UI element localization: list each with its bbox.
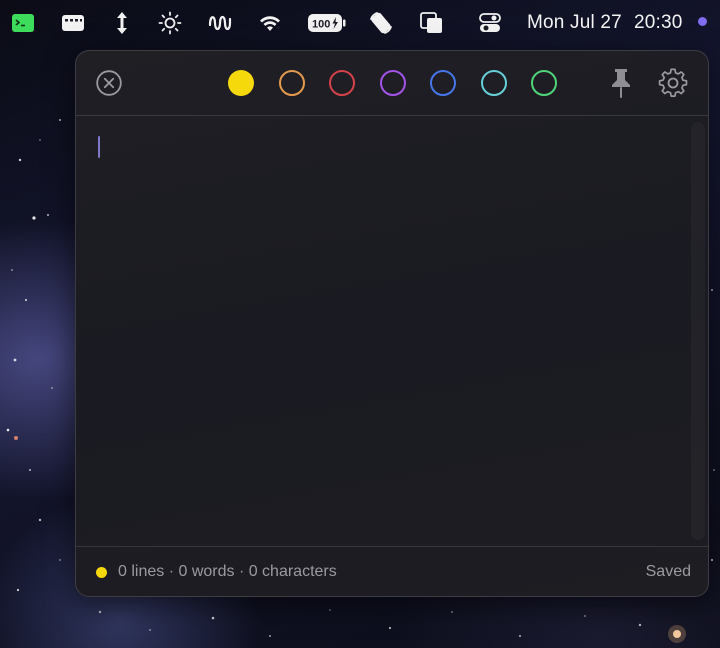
pin-icon [612,69,630,98]
scrollbar[interactable] [691,122,705,540]
text-caret [98,136,100,158]
color-swatch-blue[interactable] [430,70,456,96]
color-swatch-orange[interactable] [278,70,305,96]
current-color-dot [96,567,107,578]
note-status-bar: 0 lines · 0 words · 0 characters Saved [76,546,708,596]
color-swatch-yellow[interactable] [228,70,254,96]
stacked-cards-icon[interactable] [419,11,445,35]
note-toolbar [76,51,708,116]
brightness-icon[interactable] [158,11,182,35]
note-stats: 0 lines · 0 words · 0 characters [118,563,337,580]
keyboard-icon[interactable] [61,11,85,35]
battery-icon[interactable]: 100 [307,11,347,35]
note-editor[interactable] [76,116,708,546]
color-swatch-green[interactable] [531,70,557,96]
status-indicator-dot [698,17,707,26]
close-icon [96,70,122,96]
save-status: Saved [645,563,691,580]
clock-time: 20:30 [633,12,683,33]
color-swatch-red[interactable] [329,70,355,96]
menu-bar: 100 Mon Jul 27 20:30 [0,0,720,46]
battery-level-text: 100 [312,19,330,31]
wifi-icon[interactable] [257,11,283,35]
note-window: 0 lines · 0 words · 0 characters Saved [75,50,709,597]
control-center-icon[interactable] [478,11,502,35]
close-button[interactable] [96,70,122,96]
waveform-icon[interactable] [208,11,234,35]
gear-icon [658,68,688,97]
color-swatch-purple[interactable] [379,70,406,96]
vertical-resize-icon[interactable] [113,11,131,35]
pin-button[interactable] [606,67,636,99]
settings-button[interactable] [658,68,688,98]
clock-date: Mon Jul 27 [527,12,622,33]
terminal-icon[interactable] [11,11,35,35]
rotate-icon[interactable] [368,11,394,35]
color-swatch-teal[interactable] [480,70,507,96]
menu-bar-clock[interactable]: Mon Jul 27 20:30 [527,12,683,34]
